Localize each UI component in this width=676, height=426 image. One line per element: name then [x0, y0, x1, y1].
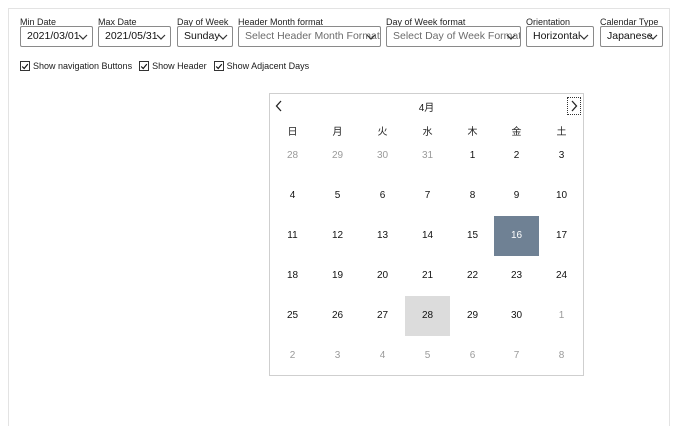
day-cell[interactable]: 29 — [450, 296, 495, 336]
adjacent-day-cell[interactable]: 2 — [270, 336, 315, 376]
chevron-down-icon — [648, 34, 658, 40]
checkbox-box[interactable] — [213, 61, 224, 71]
adjacent-day-cell[interactable]: 1 — [539, 296, 584, 336]
show-header-label: Show Header — [152, 61, 207, 71]
orientation-value: Horizontal — [533, 30, 581, 42]
day-cell[interactable]: 5 — [315, 176, 360, 216]
show-navigation-buttons-checkbox[interactable]: Show navigation Buttons — [20, 61, 132, 71]
adjacent-day-cell[interactable]: 4 — [360, 336, 405, 376]
max-date-dropdown[interactable]: 2021/05/31 — [98, 26, 171, 47]
adjacent-day-cell[interactable]: 29 — [315, 136, 360, 176]
day-cell[interactable]: 13 — [360, 216, 405, 256]
options-row: Show navigation Buttons Show Header Show… — [20, 59, 316, 73]
chevron-down-icon — [579, 34, 589, 40]
day-cell[interactable]: 11 — [270, 216, 315, 256]
check-icon — [21, 63, 29, 69]
day-cell[interactable]: 4 — [270, 176, 315, 216]
day-cell[interactable]: 24 — [539, 256, 584, 296]
day-cell[interactable]: 15 — [450, 216, 495, 256]
day-cell[interactable]: 1 — [450, 136, 495, 176]
day-of-week-format-placeholder: Select Day of Week Format — [393, 30, 521, 42]
min-date-dropdown[interactable]: 2021/03/01 — [20, 26, 93, 47]
show-header-checkbox[interactable]: Show Header — [139, 61, 207, 71]
day-cell[interactable]: 3 — [539, 136, 584, 176]
calendar: 4月 日月火水木金土 28 29 30 31 1 2 3 4 5 6 7 8 9 10 11 12 13 14 15… — [269, 93, 584, 376]
day-cell[interactable]: 25 — [270, 296, 315, 336]
day-cell[interactable]: 8 — [450, 176, 495, 216]
orientation-dropdown[interactable]: Horizontal — [526, 26, 594, 47]
day-of-week-value: Sunday — [184, 30, 220, 42]
day-cell[interactable]: 22 — [450, 256, 495, 296]
day-cell[interactable]: 27 — [360, 296, 405, 336]
day-cell[interactable]: 20 — [360, 256, 405, 296]
check-icon — [140, 63, 148, 69]
header-month-format-dropdown[interactable]: Select Header Month Format — [238, 26, 381, 47]
adjacent-day-cell[interactable]: 28 — [270, 136, 315, 176]
adjacent-day-cell[interactable]: 31 — [405, 136, 450, 176]
day-cell[interactable]: 18 — [270, 256, 315, 296]
month-title[interactable]: 4月 — [270, 99, 583, 114]
adjacent-day-cell[interactable]: 8 — [539, 336, 584, 376]
selected-day-cell[interactable]: 16 — [494, 216, 539, 256]
header-month-format-placeholder: Select Header Month Format — [245, 30, 380, 42]
today-day-cell[interactable]: 28 — [405, 296, 450, 336]
adjacent-day-cell[interactable]: 5 — [405, 336, 450, 376]
calendar-type-value: Japanese — [607, 30, 653, 42]
day-cell[interactable]: 17 — [539, 216, 584, 256]
day-cell[interactable]: 12 — [315, 216, 360, 256]
chevron-down-icon — [506, 34, 516, 40]
day-of-week-dropdown[interactable]: Sunday — [177, 26, 233, 47]
day-cell[interactable]: 2 — [494, 136, 539, 176]
chevron-down-icon — [156, 34, 166, 40]
chevron-down-icon — [366, 34, 376, 40]
day-cell[interactable]: 26 — [315, 296, 360, 336]
calendar-header: 4月 — [270, 94, 583, 118]
day-cell[interactable]: 21 — [405, 256, 450, 296]
adjacent-day-cell[interactable]: 6 — [450, 336, 495, 376]
adjacent-day-cell[interactable]: 3 — [315, 336, 360, 376]
day-cell[interactable]: 9 — [494, 176, 539, 216]
adjacent-day-cell[interactable]: 30 — [360, 136, 405, 176]
max-date-value: 2021/05/31 — [105, 30, 158, 42]
show-navigation-buttons-label: Show navigation Buttons — [33, 61, 133, 71]
day-of-week-format-dropdown[interactable]: Select Day of Week Format — [386, 26, 521, 47]
chevron-right-icon — [571, 100, 578, 112]
calendar-type-dropdown[interactable]: Japanese — [600, 26, 663, 47]
checkbox-box[interactable] — [139, 61, 150, 71]
show-adjacent-days-checkbox[interactable]: Show Adjacent Days — [213, 61, 310, 71]
day-cell[interactable]: 19 — [315, 256, 360, 296]
day-cell[interactable]: 14 — [405, 216, 450, 256]
adjacent-day-cell[interactable]: 7 — [494, 336, 539, 376]
chevron-down-icon — [78, 34, 88, 40]
chevron-down-icon — [218, 34, 228, 40]
show-adjacent-days-label: Show Adjacent Days — [226, 61, 310, 71]
check-icon — [215, 63, 222, 69]
day-cell[interactable]: 10 — [539, 176, 584, 216]
next-month-button[interactable] — [567, 97, 581, 115]
day-cell[interactable]: 6 — [360, 176, 405, 216]
min-date-value: 2021/03/01 — [27, 30, 80, 42]
day-cell[interactable]: 30 — [494, 296, 539, 336]
day-cell[interactable]: 23 — [494, 256, 539, 296]
checkbox-box[interactable] — [20, 61, 30, 71]
day-cell[interactable]: 7 — [405, 176, 450, 216]
